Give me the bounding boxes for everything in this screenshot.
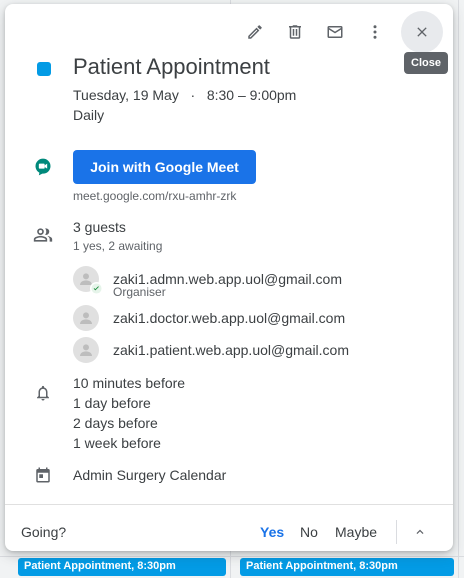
reminder-item: 2 days before xyxy=(73,415,158,431)
calendar-event-chip[interactable]: Patient Appointment, 8:30pm xyxy=(18,558,226,576)
guest-email: zaki1.doctor.web.app.uol@gmail.com xyxy=(113,310,346,326)
google-meet-icon xyxy=(31,155,55,179)
trash-icon xyxy=(289,25,301,39)
chevron-up-icon xyxy=(416,529,424,534)
avatar xyxy=(73,305,99,331)
email-guests-button[interactable] xyxy=(315,12,355,52)
guest-email: zaki1.patient.web.app.uol@gmail.com xyxy=(113,342,350,358)
people-icon xyxy=(31,223,55,247)
more-options-button[interactable] xyxy=(355,12,395,52)
event-datetime: Tuesday, 19 May · 8:30 – 9:00pm xyxy=(73,87,297,103)
guest-role: Organiser xyxy=(113,285,166,299)
close-button[interactable] xyxy=(401,11,443,53)
divider xyxy=(396,520,397,544)
accepted-check-icon xyxy=(90,282,103,295)
calendar-event-chip[interactable]: Patient Appointment, 8:30pm xyxy=(240,558,454,576)
join-meet-button[interactable]: Join with Google Meet xyxy=(73,150,256,184)
rsvp-maybe-button[interactable]: Maybe xyxy=(335,524,377,540)
guest-row[interactable]: zaki1.doctor.web.app.uol@gmail.com xyxy=(73,305,345,331)
event-title: Patient Appointment xyxy=(73,54,270,79)
rsvp-yes-button[interactable]: Yes xyxy=(260,524,284,540)
divider xyxy=(5,504,453,505)
bell-icon xyxy=(31,381,55,405)
guest-count: 3 guests xyxy=(73,219,126,235)
calendar-grid-line xyxy=(458,0,459,578)
popover-toolbar xyxy=(235,10,443,54)
more-vert-icon xyxy=(373,25,377,39)
meet-link[interactable]: meet.google.com/rxu-amhr-zrk xyxy=(73,189,236,203)
mail-icon xyxy=(327,26,343,38)
pencil-icon xyxy=(248,25,262,39)
close-icon xyxy=(417,27,427,37)
expand-rsvp-button[interactable] xyxy=(410,522,430,542)
rsvp-question: Going? xyxy=(21,524,67,540)
event-details-popover: Patient Appointment Tuesday, 19 May · 8:… xyxy=(5,4,453,551)
close-tooltip: Close xyxy=(404,52,448,74)
event-color-indicator xyxy=(37,62,51,76)
rsvp-bar: Going? Yes No Maybe xyxy=(5,514,453,548)
guest-row[interactable]: zaki1.patient.web.app.uol@gmail.com xyxy=(73,337,349,363)
calendar-grid-line xyxy=(0,556,464,557)
person-icon xyxy=(80,312,92,324)
reminder-item: 1 day before xyxy=(73,395,151,411)
reminder-item: 10 minutes before xyxy=(73,375,186,391)
avatar xyxy=(73,337,99,363)
rsvp-no-button[interactable]: No xyxy=(300,524,318,540)
reminder-item: 1 week before xyxy=(73,435,161,451)
calendar-name: Admin Surgery Calendar xyxy=(73,467,227,483)
calendar-icon xyxy=(31,463,55,487)
guest-rsvp-summary: 1 yes, 2 awaiting xyxy=(73,239,163,253)
avatar xyxy=(73,266,103,295)
delete-event-button[interactable] xyxy=(275,12,315,52)
event-recurrence: Daily xyxy=(73,107,105,123)
edit-event-button[interactable] xyxy=(235,12,275,52)
person-icon xyxy=(80,344,92,356)
